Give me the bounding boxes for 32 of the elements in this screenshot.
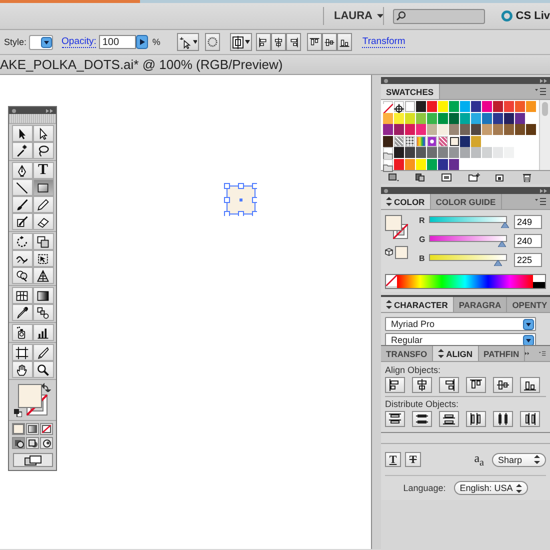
anti-aliasing-label: a$_{a}$: [474, 451, 484, 468]
channel-value-field[interactable]: 225: [514, 253, 542, 267]
opacity-link[interactable]: Opacity:: [62, 36, 96, 48]
channel-value-field[interactable]: 249: [514, 215, 542, 229]
channel-value-field[interactable]: 240: [514, 234, 542, 248]
anti-aliasing-dropdown[interactable]: Sharp: [492, 452, 546, 467]
type-tool-button[interactable]: T: [32, 162, 54, 179]
artboard-canvas[interactable]: T: [0, 75, 372, 549]
user-menu[interactable]: LAURA: [334, 10, 383, 22]
opacity-field[interactable]: 100: [99, 35, 136, 49]
panel-tab[interactable]: CHARACTER: [381, 297, 454, 312]
channel-label: R: [419, 216, 426, 225]
channel-label: G: [419, 235, 426, 244]
percent-sign: %: [152, 37, 160, 47]
panel-tab[interactable]: PARAGRA: [454, 297, 508, 312]
language-dropdown[interactable]: English: USA: [454, 481, 528, 496]
panel-tab[interactable]: COLOR GUIDE: [430, 194, 502, 209]
font-family-dropdown[interactable]: Myriad Pro: [385, 317, 536, 331]
align-objects-label: Align Objects:: [385, 365, 441, 375]
panel-tab[interactable]: COLOR: [381, 194, 431, 209]
distribute-objects-label: Distribute Objects:: [385, 399, 459, 409]
strikethrough-button[interactable]: T: [405, 452, 421, 468]
panel-tab[interactable]: OPENTY: [507, 297, 550, 312]
font-style-dropdown[interactable]: Regular: [385, 333, 536, 345]
cs-live-label[interactable]: CS Liv: [516, 10, 550, 22]
underline-button[interactable]: T: [385, 452, 401, 468]
transform-link[interactable]: Transform: [362, 36, 406, 48]
style-label: Style:: [4, 37, 27, 47]
panel-tab[interactable]: ALIGN: [433, 346, 479, 361]
channel-label: B: [419, 254, 426, 263]
language-label: Language:: [403, 483, 446, 494]
panel-tab[interactable]: SWATCHES: [381, 84, 440, 99]
